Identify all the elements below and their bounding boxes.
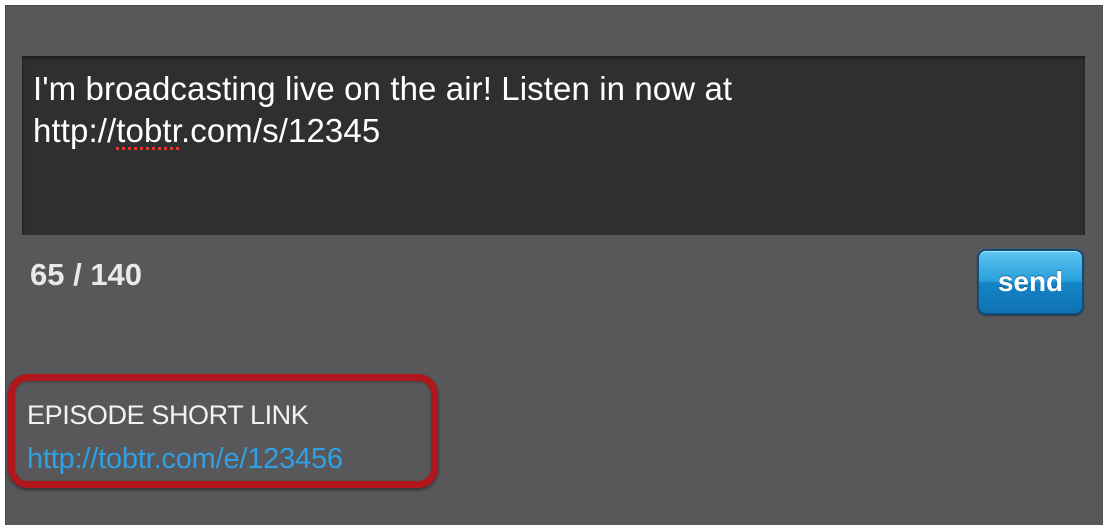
message-url-prefix: http:// bbox=[33, 112, 117, 149]
message-textarea[interactable]: I'm broadcasting live on the air! Listen… bbox=[22, 56, 1085, 235]
send-button[interactable]: send bbox=[977, 249, 1084, 315]
message-line-2: http://tobtr.com/s/12345 bbox=[33, 110, 1075, 152]
character-counter: 65 / 140 bbox=[30, 257, 143, 292]
episode-short-link[interactable]: http://tobtr.com/e/123456 bbox=[27, 443, 343, 476]
episode-short-link-label: EPISODE SHORT LINK bbox=[27, 400, 309, 430]
misspelled-word: tobtr bbox=[116, 112, 181, 149]
message-url-suffix: .com/s/12345 bbox=[180, 112, 381, 149]
message-line-1: I'm broadcasting live on the air! Listen… bbox=[33, 70, 733, 107]
